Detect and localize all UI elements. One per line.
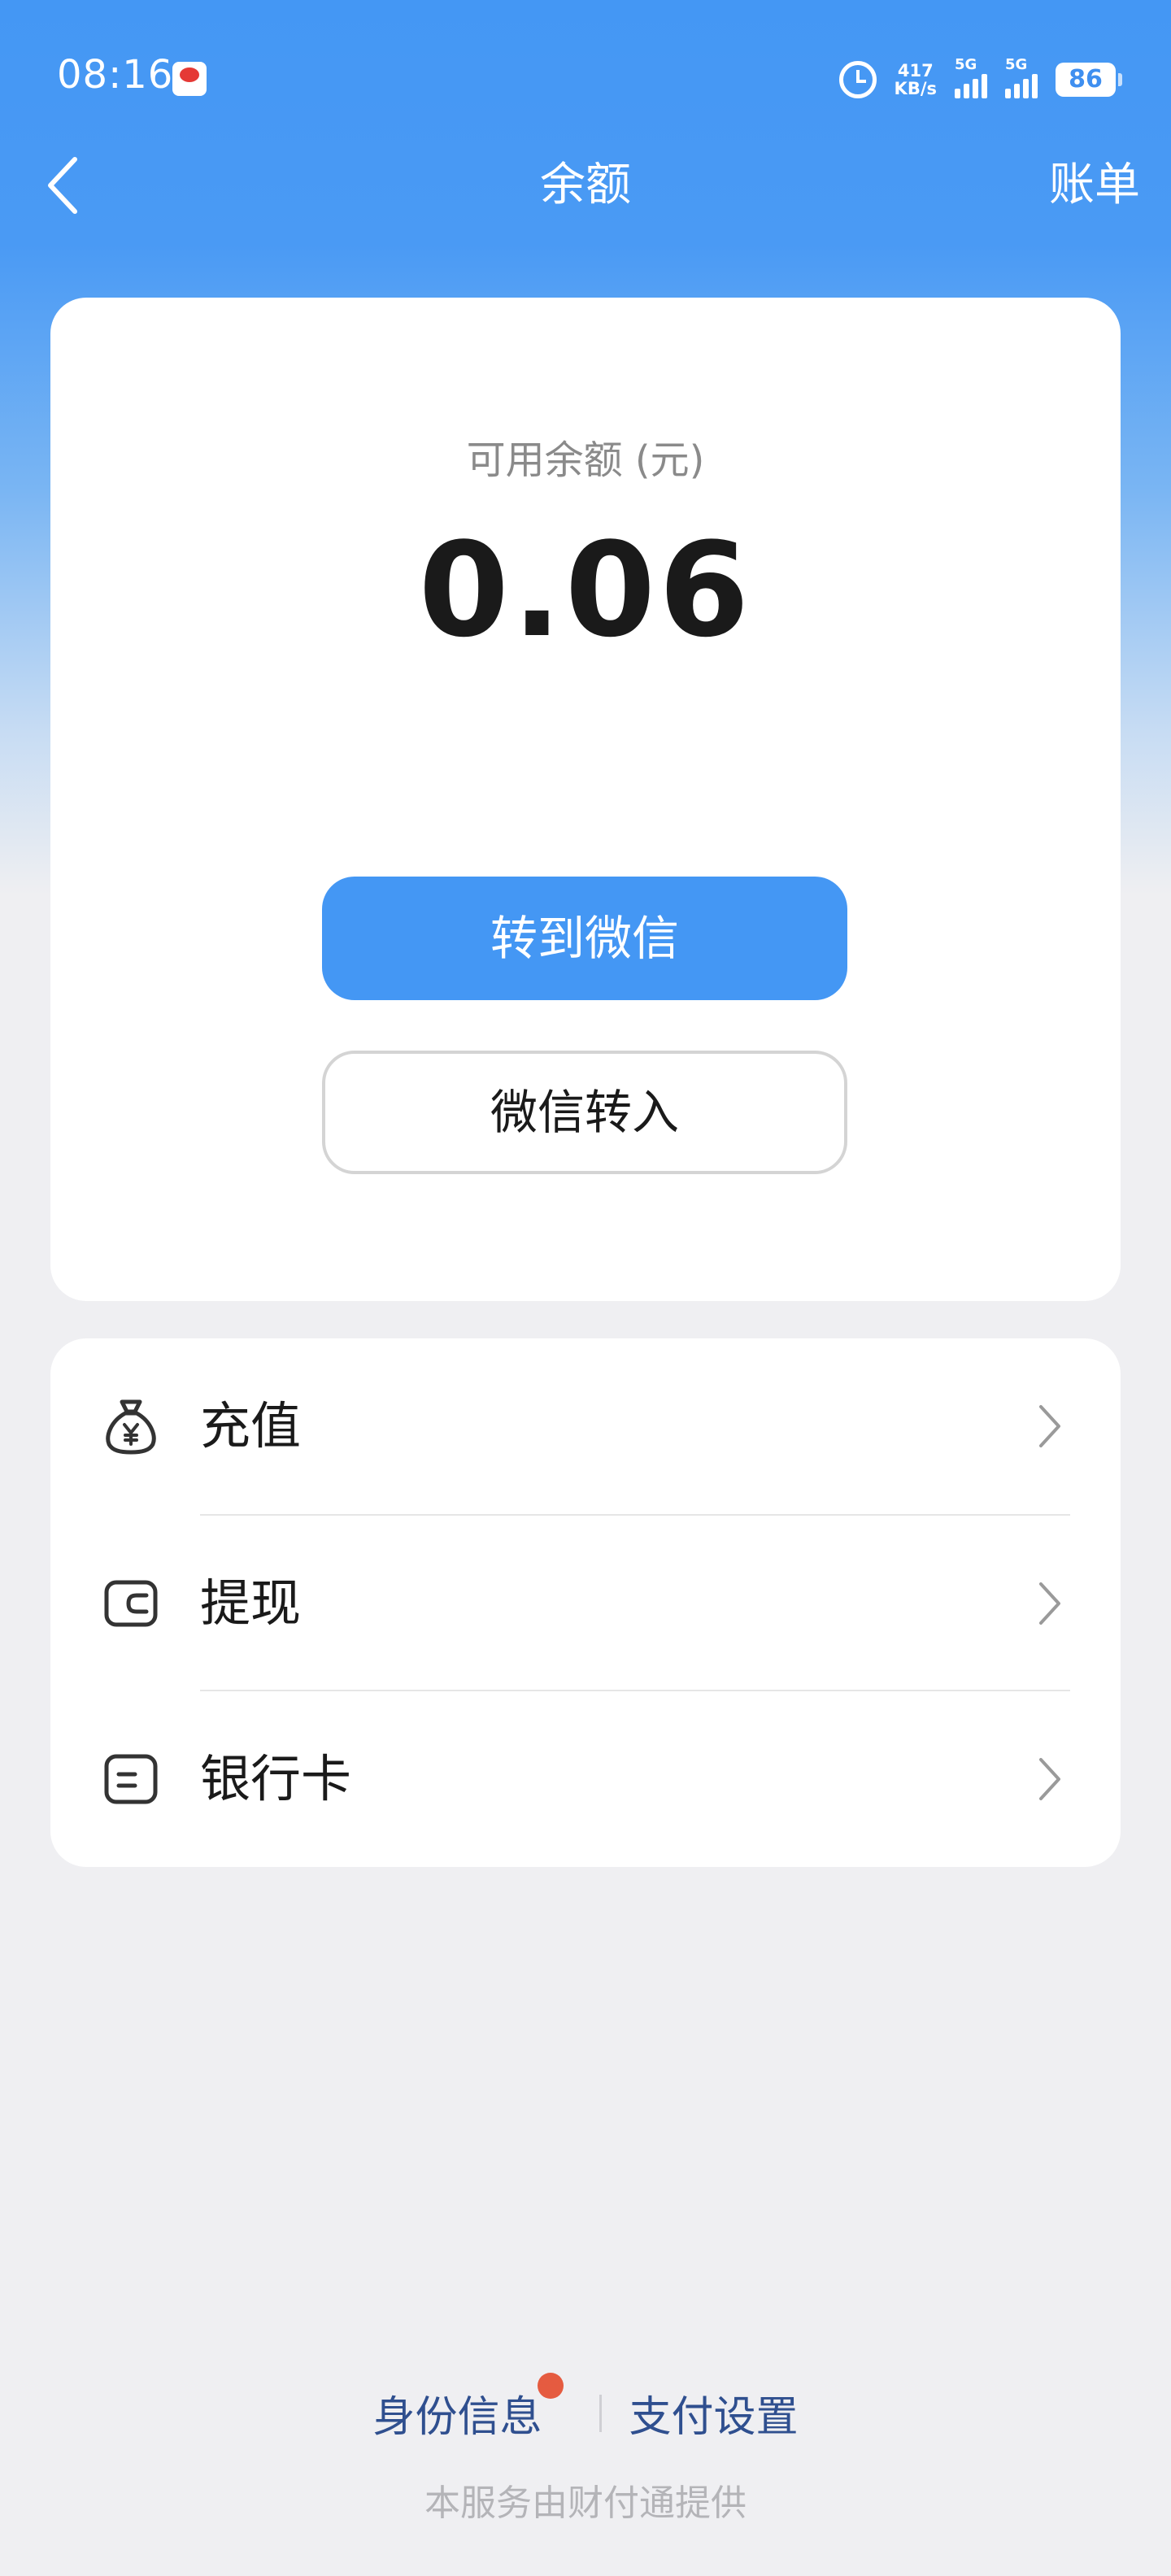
balance-menu: 充值 提现 银行卡 [50,1338,1121,1867]
app-notification-icon [172,62,207,96]
network-speed-value: 417 [897,61,934,80]
signal-sim2-tag: 5G [1005,56,1028,73]
balance-amount: 0.06 [418,514,753,666]
chevron-left-icon [48,157,77,214]
signal-sim1-tag: 5G [955,56,977,73]
bank-card-icon [102,1750,159,1808]
back-button[interactable] [41,154,86,216]
network-speed: 417 KB/s [895,62,937,98]
status-icons: 417 KB/s 5G 5G 86 [838,56,1122,102]
balance-card: 可用余额 (元) 0.06 转到微信 微信转入 [50,298,1121,1301]
alarm-icon [838,61,877,98]
battery-indicator: 86 [1056,63,1122,97]
identity-info-link[interactable]: 身份信息 [372,2373,564,2443]
wechat-transfer-in-button[interactable]: 微信转入 [322,1051,847,1174]
footer-links: 身份信息 支付设置 [0,2373,1171,2443]
menu-item-recharge[interactable]: 充值 [50,1338,1121,1514]
money-bag-icon [102,1397,159,1456]
transfer-to-wechat-button[interactable]: 转到微信 [322,877,847,1000]
page-title: 余额 [540,159,631,211]
chevron-right-icon [1034,1402,1064,1451]
menu-item-bank-card[interactable]: 银行卡 [50,1691,1121,1867]
chevron-right-icon [1034,1579,1064,1628]
balance-label: 可用余额 (元) [466,437,705,483]
signal-sim1-icon: 5G [955,56,987,98]
chevron-right-icon [1034,1755,1064,1804]
identity-info-label: 身份信息 [372,2393,542,2442]
menu-item-label: 充值 [200,1396,302,1456]
provider-text: 本服务由财付通提供 [424,2482,747,2524]
footer-separator [599,2394,602,2432]
menu-item-label: 银行卡 [200,1749,352,1808]
payment-settings-link[interactable]: 支付设置 [629,2382,799,2443]
menu-item-label: 提现 [200,1573,302,1633]
signal-sim2-icon: 5G [1005,56,1038,98]
status-time: 08:16 [57,52,174,98]
notification-dot [537,2373,564,2399]
wallet-icon [102,1574,159,1633]
status-bar: 08:16 417 KB/s 5G 5G 86 [0,0,1171,154]
bill-button[interactable]: 账单 [1049,154,1140,216]
menu-item-withdraw[interactable]: 提现 [50,1516,1121,1691]
network-speed-unit: KB/s [894,79,937,98]
